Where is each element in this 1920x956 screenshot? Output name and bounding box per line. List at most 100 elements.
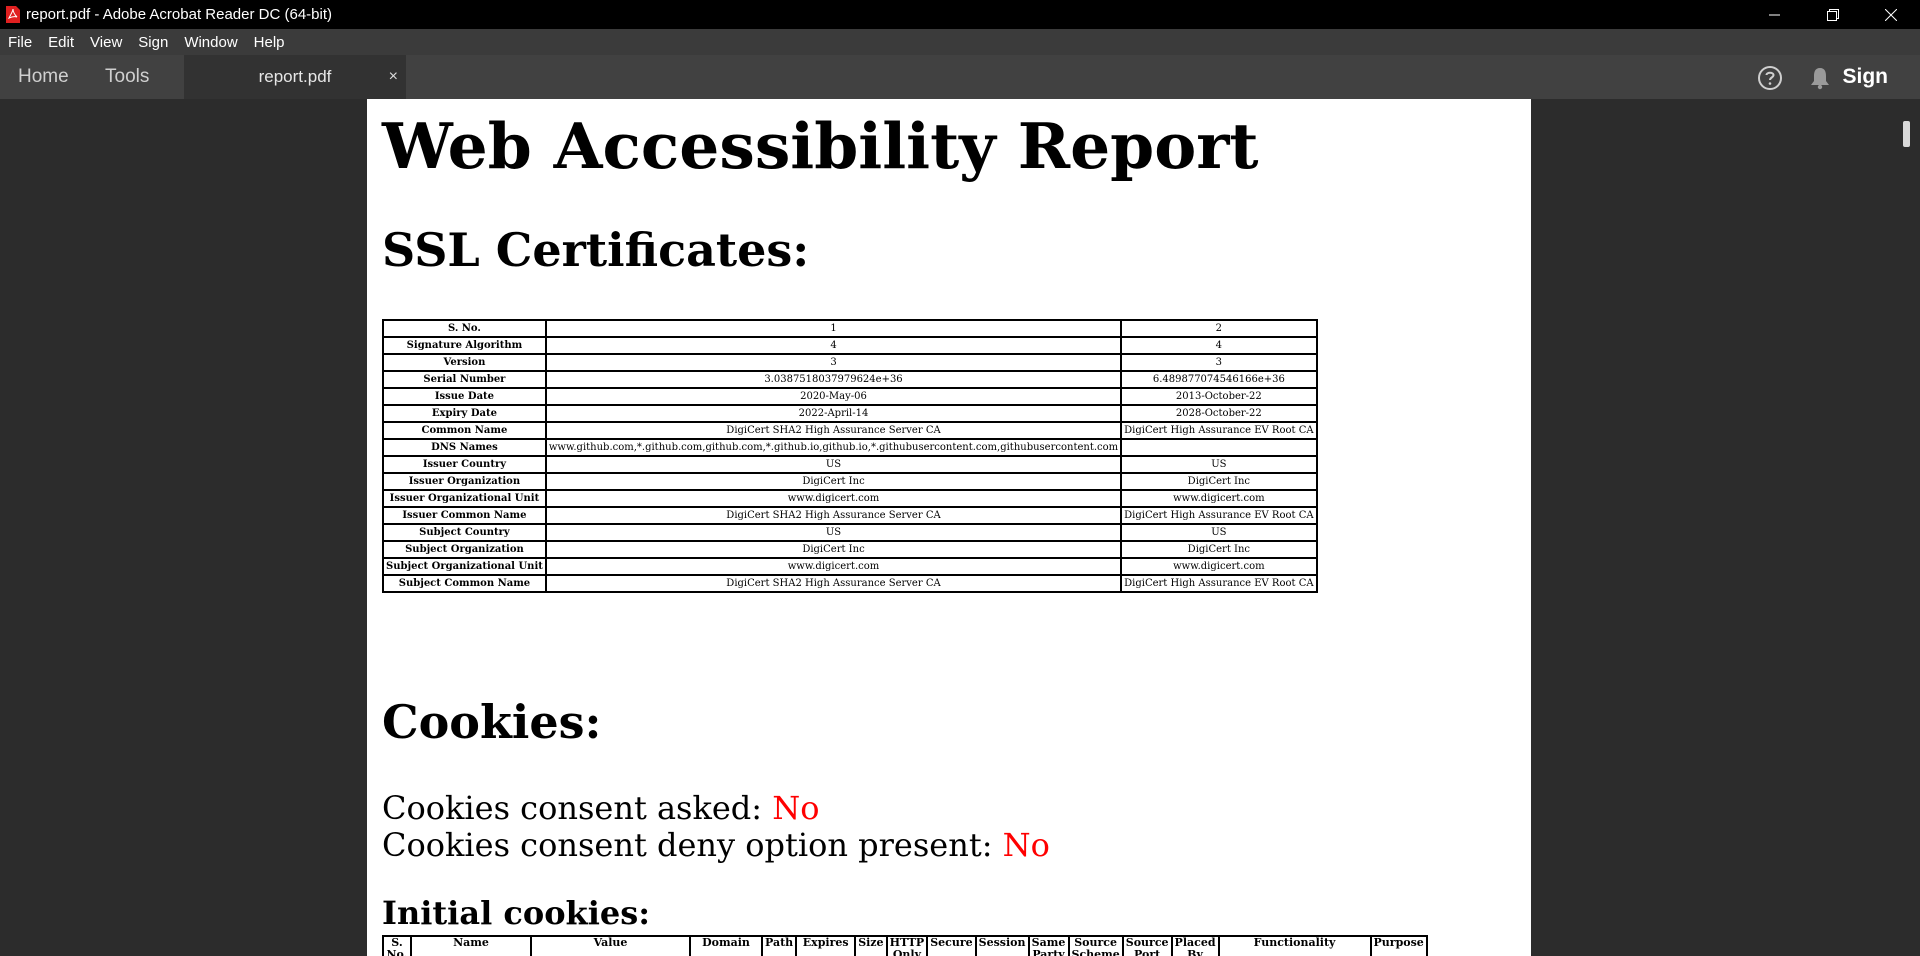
table-cell: www.digicert.com [1120, 489, 1318, 508]
table-cell: US [1120, 455, 1318, 474]
row-header: Subject Common Name [382, 574, 547, 593]
minimize-icon [1769, 14, 1780, 15]
window-title: report.pdf - Adobe Acrobat Reader DC (64… [26, 6, 332, 23]
row-header: Common Name [382, 421, 547, 440]
table-cell: DigiCert Inc [1120, 472, 1318, 491]
cookies-heading: Cookies: [382, 695, 602, 749]
table-cell: US [1120, 523, 1318, 542]
table-cell: DigiCert SHA2 High Assurance Server CA [544, 506, 1123, 525]
restore-button[interactable] [1804, 0, 1862, 29]
consent-deny-value: No [1002, 826, 1050, 864]
column-header: Domain [689, 935, 763, 956]
column-header: Source Scheme [1067, 935, 1124, 956]
table-row: Issuer Country US US [382, 455, 1318, 474]
document-viewer[interactable]: Web Accessibility Report SSL Certificate… [0, 99, 1920, 956]
row-header: Subject Organizational Unit [382, 557, 547, 576]
bell-icon[interactable] [1809, 66, 1831, 90]
close-icon [1885, 8, 1897, 21]
vertical-scrollbar[interactable] [1903, 121, 1910, 147]
table-row: Expiry Date 2022-April-14 2028-October-22 [382, 404, 1318, 423]
initial-cookies-table: S. No. Name Value Domain Path Expires Size HTTP… [382, 935, 1428, 956]
row-header: Subject Country [382, 523, 547, 542]
row-header: Serial Number [382, 370, 547, 389]
tab-document-label: report.pdf [258, 67, 332, 86]
table-cell: 2028-October-22 [1120, 404, 1318, 423]
row-header: DNS Names [382, 438, 547, 457]
table-row: Issuer Organizational Unit www.digicert.c… [382, 489, 1318, 508]
menu-view[interactable]: View [82, 34, 130, 51]
menu-edit[interactable]: Edit [40, 34, 82, 51]
table-row: Serial Number 3.0387518037979624e+36 6.489… [382, 370, 1318, 389]
column-header: Expires [795, 935, 857, 956]
report-title: Web Accessibility Report [382, 109, 1259, 183]
column-header: Session [974, 935, 1030, 956]
table-cell: US [544, 455, 1123, 474]
table-cell: 3 [1120, 353, 1318, 372]
menu-window[interactable]: Window [176, 34, 245, 51]
menu-bar: File Edit View Sign Window Help [0, 29, 1920, 55]
tab-tools[interactable]: Tools [105, 55, 149, 99]
table-cell: DigiCert High Assurance EV Root CA [1120, 421, 1318, 440]
row-header: Expiry Date [382, 404, 547, 423]
row-header: Version [382, 353, 547, 372]
table-row: Signature Algorithm 4 4 [382, 336, 1318, 355]
table-row: Subject Organizational Unit www.digicert.… [382, 557, 1318, 576]
table-row: Subject Common Name DigiCert SHA2 High As… [382, 574, 1318, 593]
table-cell [1120, 438, 1318, 457]
tab-close-button[interactable]: × [389, 55, 398, 99]
menu-help[interactable]: Help [246, 34, 293, 51]
table-row: Issuer Organization DigiCert Inc DigiCert … [382, 472, 1318, 491]
column-header: Purpose [1369, 935, 1428, 956]
minimize-button[interactable] [1746, 0, 1804, 29]
row-header: Issuer Organization [382, 472, 547, 491]
menu-file[interactable]: File [0, 34, 40, 51]
table-row: Issue Date 2020-May-06 2013-October-22 [382, 387, 1318, 406]
column-header: Secure [926, 935, 977, 956]
row-header: Issue Date [382, 387, 547, 406]
row-header: Issuer Organizational Unit [382, 489, 547, 508]
table-cell: 2 [1120, 319, 1318, 338]
column-header: Source Port [1121, 935, 1173, 956]
column-header: Path [760, 935, 798, 956]
column-header: S. No. [382, 935, 412, 956]
table-row: DNS Names www.github.com,*.github.com,git… [382, 438, 1318, 457]
table-cell: DigiCert High Assurance EV Root CA [1120, 574, 1318, 593]
menu-sign[interactable]: Sign [130, 34, 176, 51]
consent-deny: Cookies consent deny option present: No [382, 826, 1050, 864]
table-cell: DigiCert SHA2 High Assurance Server CA [544, 421, 1123, 440]
table-row: Subject Organization DigiCert Inc DigiCert… [382, 540, 1318, 559]
table-cell: US [544, 523, 1123, 542]
table-cell: 6.489877074546166e+36 [1120, 370, 1318, 389]
column-header: HTTP Only [885, 935, 929, 956]
tab-home[interactable]: Home [18, 55, 69, 99]
table-row: S. No. 1 2 [382, 319, 1318, 338]
table-cell: www.digicert.com [544, 557, 1123, 576]
column-header: Functionality [1217, 935, 1372, 956]
restore-icon [1827, 8, 1839, 21]
tab-document[interactable]: report.pdf × [184, 55, 406, 99]
consent-deny-label: Cookies consent deny option present: [382, 826, 1003, 864]
row-header: Subject Organization [382, 540, 547, 559]
column-header: Same Party [1027, 935, 1070, 956]
column-header: Placed By [1170, 935, 1220, 956]
table-cell: 1 [544, 319, 1123, 338]
row-header: Issuer Country [382, 455, 547, 474]
table-cell: DigiCert Inc [544, 472, 1123, 491]
close-window-button[interactable] [1862, 0, 1920, 29]
table-cell: www.digicert.com [1120, 557, 1318, 576]
consent-asked-label: Cookies consent asked: [382, 789, 773, 827]
ssl-heading: SSL Certificates: [382, 223, 810, 277]
help-circle-icon[interactable] [1757, 65, 1783, 91]
tab-bar: Home Tools report.pdf × Sign In [0, 55, 1920, 132]
table-cell: www.github.com,*.github.com,github.com,*… [544, 438, 1123, 457]
table-cell: 3 [544, 353, 1123, 372]
ssl-table: S. No. 1 2 Signature Algorithm 4 4 Version 3 3 Se… [382, 319, 1318, 593]
column-header: Size [854, 935, 888, 956]
title-bar: report.pdf - Adobe Acrobat Reader DC (64… [0, 0, 1920, 29]
pdf-icon [6, 6, 20, 23]
table-row: Issuer Common Name DigiCert SHA2 High Ass… [382, 506, 1318, 525]
pdf-page: Web Accessibility Report SSL Certificate… [367, 99, 1531, 956]
column-header: Name [410, 935, 532, 956]
table-cell: DigiCert High Assurance EV Root CA [1120, 506, 1318, 525]
consent-asked-value: No [772, 789, 820, 827]
